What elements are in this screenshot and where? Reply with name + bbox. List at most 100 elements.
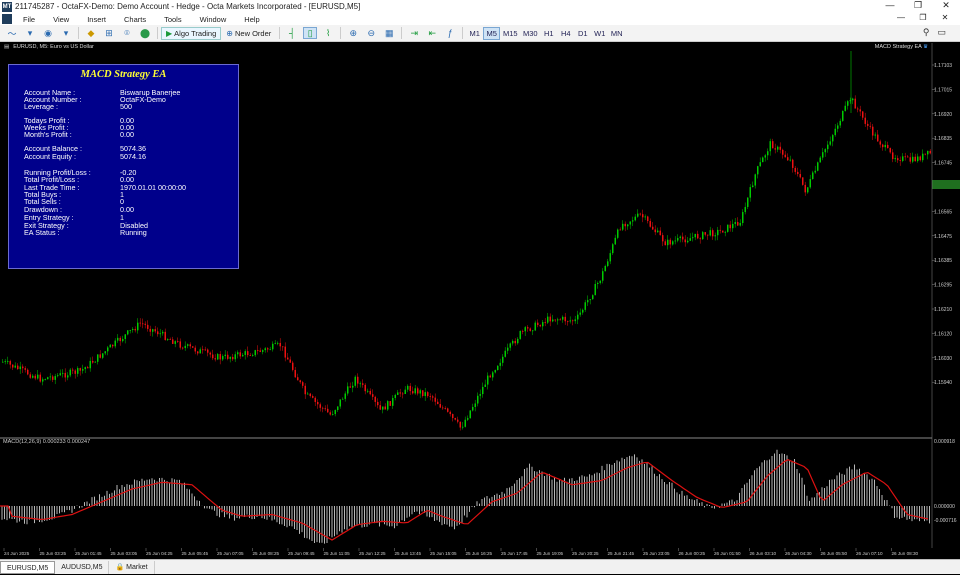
toolbar-divider [462,27,464,39]
candle-body [797,171,799,175]
candle-body [357,376,359,384]
candle-body [392,397,394,406]
timeframe-m15[interactable]: M15 [500,27,520,40]
tab-market[interactable]: 🔒 Market [109,560,155,574]
timeframe-m5[interactable]: M5 [483,26,501,40]
candle-body [229,356,231,359]
chart-restore-icon[interactable]: ❐ [912,13,934,22]
candle-body [92,360,94,363]
candle-body [542,322,544,327]
candle-body [884,144,886,148]
candle-body [319,404,321,408]
candle-body [279,342,281,347]
candle-body [504,350,506,357]
bar-chart-icon[interactable]: ┤ [285,27,299,39]
candle-body [574,319,576,322]
candle-body [729,224,731,229]
signals-icon[interactable]: ⌾ [120,27,134,39]
menu-window[interactable]: Window [191,15,236,24]
candle-body [869,125,871,127]
candle-body [24,368,26,370]
timeframe-h4[interactable]: H4 [557,27,574,40]
candle-body [897,158,899,161]
restore-icon[interactable]: ❐ [904,0,932,11]
vps-icon[interactable]: ⬤ [138,27,152,39]
candle-body [734,222,736,224]
candle-body [559,319,561,321]
candle-body [117,337,119,341]
timeframe-m1[interactable]: M1 [466,27,483,40]
metaeditor-icon[interactable]: ◆ [84,27,98,39]
zoom-out-icon[interactable]: ⊖ [364,27,378,39]
candle-body [907,156,909,158]
macd-tick-label: 0.000000 [934,504,955,510]
candle-body [34,375,36,379]
templates-icon[interactable]: ◉ [41,27,55,39]
menu-help[interactable]: Help [235,15,268,24]
timeframe-d1[interactable]: D1 [574,27,591,40]
candle-body [499,362,501,366]
chart-shift-icon[interactable]: ⇤ [425,27,439,39]
time-tick-label: 26 Jun 01:50 [714,551,741,556]
candle-body [177,341,179,342]
minimize-icon[interactable]: — [876,0,904,11]
menu-charts[interactable]: Charts [115,15,155,24]
tile-windows-icon[interactable]: ▦ [382,27,396,39]
time-tick-label: 25 Jun 03:25 [40,551,67,556]
menu-file[interactable]: File [14,15,44,24]
chart-close-icon[interactable]: ✕ [934,13,956,22]
candle-body [354,376,356,386]
candle-body [844,105,846,111]
ea-row-value: Running [120,228,147,237]
ea-attached-label[interactable]: MACD Strategy EA ♛ [875,44,928,50]
chart-type-icon[interactable]: 〜 [5,27,19,39]
menu-insert[interactable]: Insert [78,15,115,24]
line-chart-icon[interactable]: ⌇ [321,27,335,39]
chart-minimize-icon[interactable]: — [890,13,912,22]
candle-body [747,197,749,207]
chat-icon[interactable]: ▭ [937,27,946,38]
time-tick-label: 25 Jun 19:05 [537,551,564,556]
candle-body [812,172,814,180]
candle-body [789,159,791,161]
tab-audusd[interactable]: AUDUSD,M5 [55,560,110,574]
timeframe-w1[interactable]: W1 [591,27,608,40]
candle-body [887,144,889,149]
chevron-down-icon[interactable]: ▾ [23,27,37,39]
time-tick-label: 26 Jun 05:50 [821,551,848,556]
price-tick-label: 1.16835 [934,136,952,142]
candle-body [327,408,329,413]
menu-tools[interactable]: Tools [155,15,191,24]
candle-body [792,159,794,168]
algo-trading-button[interactable]: ▶ Algo Trading [161,26,222,40]
timeframe-m30[interactable]: M30 [520,27,540,40]
candlestick-icon[interactable]: ▯ [303,27,318,39]
candle-body [274,343,276,344]
chevron-down-icon[interactable]: ▾ [59,27,73,39]
market-icon[interactable]: ⊞ [102,27,116,39]
tab-eurusd[interactable]: EURUSD,M5 [0,560,56,574]
candle-body [57,375,59,377]
chart-area[interactable]: 1.171031.170151.169201.168351.167451.166… [0,43,960,558]
candle-body [527,327,529,329]
candle-body [412,391,414,394]
search-icon[interactable]: ⚲ [923,27,930,38]
candle-body [892,152,894,160]
candle-body [137,322,139,331]
close-icon[interactable]: ✕ [932,0,960,11]
candle-body [102,353,104,358]
timeframe-mn[interactable]: MN [608,27,625,40]
candle-body [669,239,671,245]
indicators-icon[interactable]: ƒ [443,27,457,39]
zoom-in-icon[interactable]: ⊕ [346,27,360,39]
candle-body [122,338,124,342]
symbol-menu-icon[interactable]: ▤ [4,44,9,50]
menu-view[interactable]: View [44,15,78,24]
candle-body [269,349,271,351]
timeframe-h1[interactable]: H1 [540,27,557,40]
candle-body [224,354,226,357]
new-order-button[interactable]: ⊕ New Order [221,27,276,40]
candle-body [27,369,29,375]
scroll-end-icon[interactable]: ⇥ [407,27,421,39]
candle-body [529,328,531,331]
